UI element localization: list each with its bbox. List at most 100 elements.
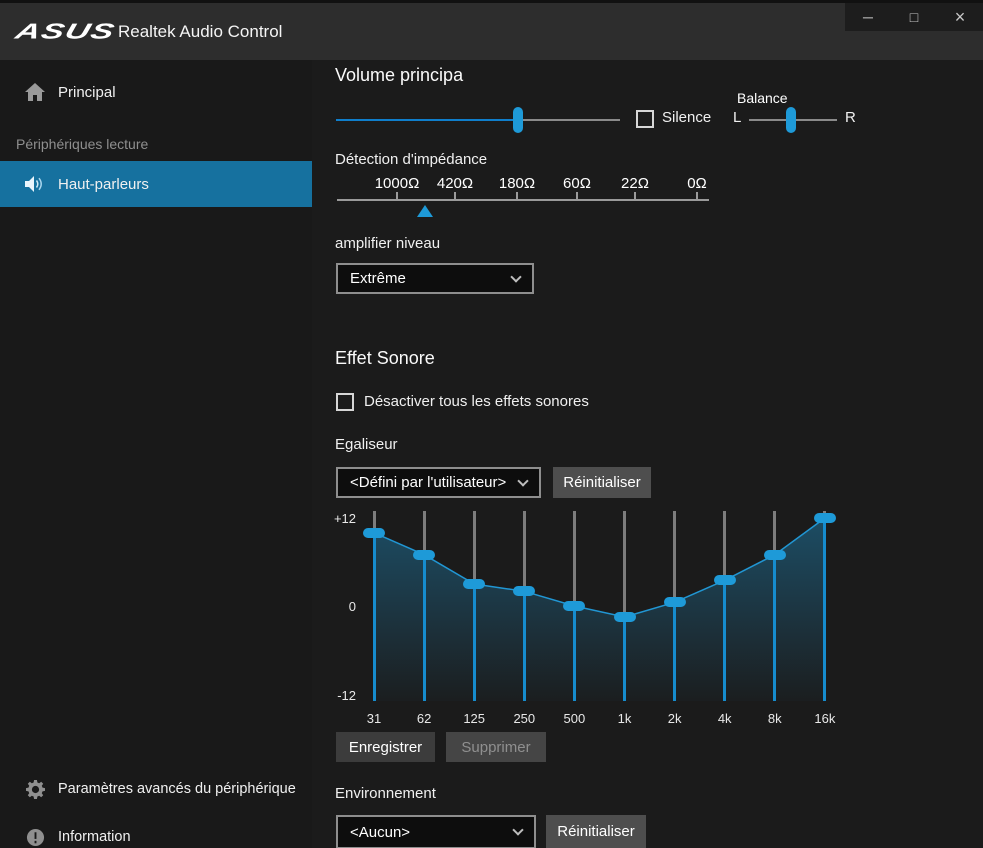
balance-right-label: R: [845, 109, 856, 126]
impedance-scale-tick: [696, 192, 698, 199]
eq-ytick-label: -12: [322, 688, 356, 703]
impedance-scale-tick: [634, 192, 636, 199]
eq-frequency-label: 31: [352, 711, 396, 726]
sidebar-item-label: Information: [58, 829, 131, 845]
eq-track-fill-31: [373, 533, 376, 701]
eq-frequency-label: 500: [552, 711, 596, 726]
eq-slider-handle-500[interactable]: [563, 601, 585, 611]
eq-frequency-label: 125: [452, 711, 496, 726]
sidebar-item-label: Haut-parleurs: [58, 176, 149, 193]
info-icon: [24, 828, 46, 847]
gear-icon: [24, 780, 46, 799]
amplifier-dropdown[interactable]: Extrême: [336, 263, 534, 294]
eq-track-fill-250: [523, 591, 526, 701]
asus-logo: ASUS: [13, 19, 119, 44]
equalizer-preset-dropdown[interactable]: <Défini par l'utilisateur>: [336, 467, 541, 498]
speaker-icon: [24, 175, 46, 193]
volume-slider-fill: [336, 119, 518, 121]
eq-track-fill-4k: [723, 580, 726, 701]
sidebar: Principal Périphériques lecture Haut-par…: [0, 60, 312, 848]
balance-left-label: L: [733, 109, 741, 126]
balance-slider[interactable]: [749, 106, 837, 134]
sidebar-item-advanced-settings[interactable]: Paramètres avancés du périphérique: [0, 769, 312, 809]
impedance-scale-label: 22Ω: [600, 175, 670, 192]
eq-frequency-label: 62: [402, 711, 446, 726]
eq-track-fill-8k: [773, 555, 776, 701]
close-button[interactable]: ×: [937, 3, 983, 31]
save-button[interactable]: Enregistrer: [336, 732, 435, 762]
environment-label: Environnement: [335, 785, 436, 802]
equalizer-label: Egaliseur: [335, 436, 398, 453]
eq-slider-handle-4k[interactable]: [714, 575, 736, 585]
eq-track-fill-500: [573, 606, 576, 701]
sidebar-section-label: Périphériques lecture: [16, 136, 148, 152]
chevron-down-icon: [517, 475, 528, 486]
impedance-scale-line: [337, 199, 709, 201]
impedance-label: Détection d'impédance: [335, 151, 487, 168]
impedance-scale-tick: [516, 192, 518, 199]
eq-slider-handle-2k[interactable]: [664, 597, 686, 607]
delete-button[interactable]: Supprimer: [446, 732, 546, 762]
environment-dropdown-value: <Aucun>: [350, 824, 410, 841]
impedance-scale: 1000Ω420Ω180Ω60Ω22Ω0Ω: [337, 175, 709, 221]
amplifier-label: amplifier niveau: [335, 235, 440, 252]
eq-frequency-label: 16k: [803, 711, 847, 726]
effects-heading: Effet Sonore: [335, 348, 435, 369]
environment-reset-button[interactable]: Réinitialiser: [546, 815, 646, 848]
disable-effects-checkbox[interactable]: [336, 393, 354, 411]
chevron-down-icon: [510, 271, 521, 282]
eq-slider-handle-16k[interactable]: [814, 513, 836, 523]
impedance-scale-tick: [396, 192, 398, 199]
disable-effects-label: Désactiver tous les effets sonores: [364, 393, 589, 410]
minimize-button[interactable]: ─: [845, 3, 891, 31]
title-bar: ASUS Realtek Audio Control: [0, 3, 983, 60]
eq-frequency-label: 250: [502, 711, 546, 726]
volume-heading: Volume principa: [335, 65, 463, 86]
volume-slider-handle[interactable]: [513, 107, 523, 133]
sidebar-item-label: Principal: [58, 84, 116, 101]
eq-frequency-label: 4k: [703, 711, 747, 726]
volume-slider[interactable]: [336, 106, 620, 134]
app-window: ASUS Realtek Audio Control ─ □ × Princip…: [0, 0, 983, 848]
eq-track-fill-16k: [823, 518, 826, 701]
sidebar-item-principal[interactable]: Principal: [0, 72, 312, 112]
impedance-scale-label: 420Ω: [420, 175, 490, 192]
eq-slider-handle-62[interactable]: [413, 550, 435, 560]
impedance-scale-label: 0Ω: [662, 175, 732, 192]
amplifier-dropdown-value: Extrême: [350, 270, 406, 287]
equalizer-reset-button[interactable]: Réinitialiser: [553, 467, 651, 498]
sidebar-item-information[interactable]: Information: [0, 817, 312, 848]
impedance-scale-tick: [454, 192, 456, 199]
silence-checkbox[interactable]: [636, 110, 654, 128]
eq-slider-handle-250[interactable]: [513, 586, 535, 596]
maximize-button[interactable]: □: [891, 3, 937, 31]
eq-frequency-label: 8k: [753, 711, 797, 726]
equalizer-preset-value: <Défini par l'utilisateur>: [350, 474, 506, 491]
home-icon: [24, 83, 46, 101]
window-controls: ─ □ ×: [845, 3, 983, 31]
equalizer-curve: [312, 508, 872, 730]
eq-frequency-label: 1k: [603, 711, 647, 726]
eq-slider-handle-125[interactable]: [463, 579, 485, 589]
eq-ytick-label: 0: [322, 599, 356, 614]
window-title: Realtek Audio Control: [118, 22, 282, 42]
chevron-down-icon: [512, 824, 523, 835]
eq-track-fill-2k: [673, 602, 676, 701]
eq-track-fill-1k: [623, 617, 626, 701]
eq-slider-handle-8k[interactable]: [764, 550, 786, 560]
sidebar-item-haut-parleurs[interactable]: Haut-parleurs: [0, 161, 312, 207]
impedance-scale-tick: [576, 192, 578, 199]
eq-track-fill-125: [473, 584, 476, 701]
equalizer-chart: 31 62 125 250 500 1k 2k 4k 8k 16k +12 0 -12: [312, 508, 872, 730]
eq-ytick-label: +12: [322, 511, 356, 526]
eq-track-fill-62: [423, 555, 426, 701]
balance-slider-handle[interactable]: [786, 107, 796, 133]
balance-label: Balance: [737, 90, 788, 106]
sidebar-item-label: Paramètres avancés du périphérique: [58, 781, 296, 797]
eq-slider-handle-1k[interactable]: [614, 612, 636, 622]
impedance-marker-icon: [417, 205, 433, 217]
eq-frequency-label: 2k: [653, 711, 697, 726]
eq-slider-handle-31[interactable]: [363, 528, 385, 538]
silence-label: Silence: [662, 109, 711, 126]
environment-dropdown[interactable]: <Aucun>: [336, 815, 536, 848]
